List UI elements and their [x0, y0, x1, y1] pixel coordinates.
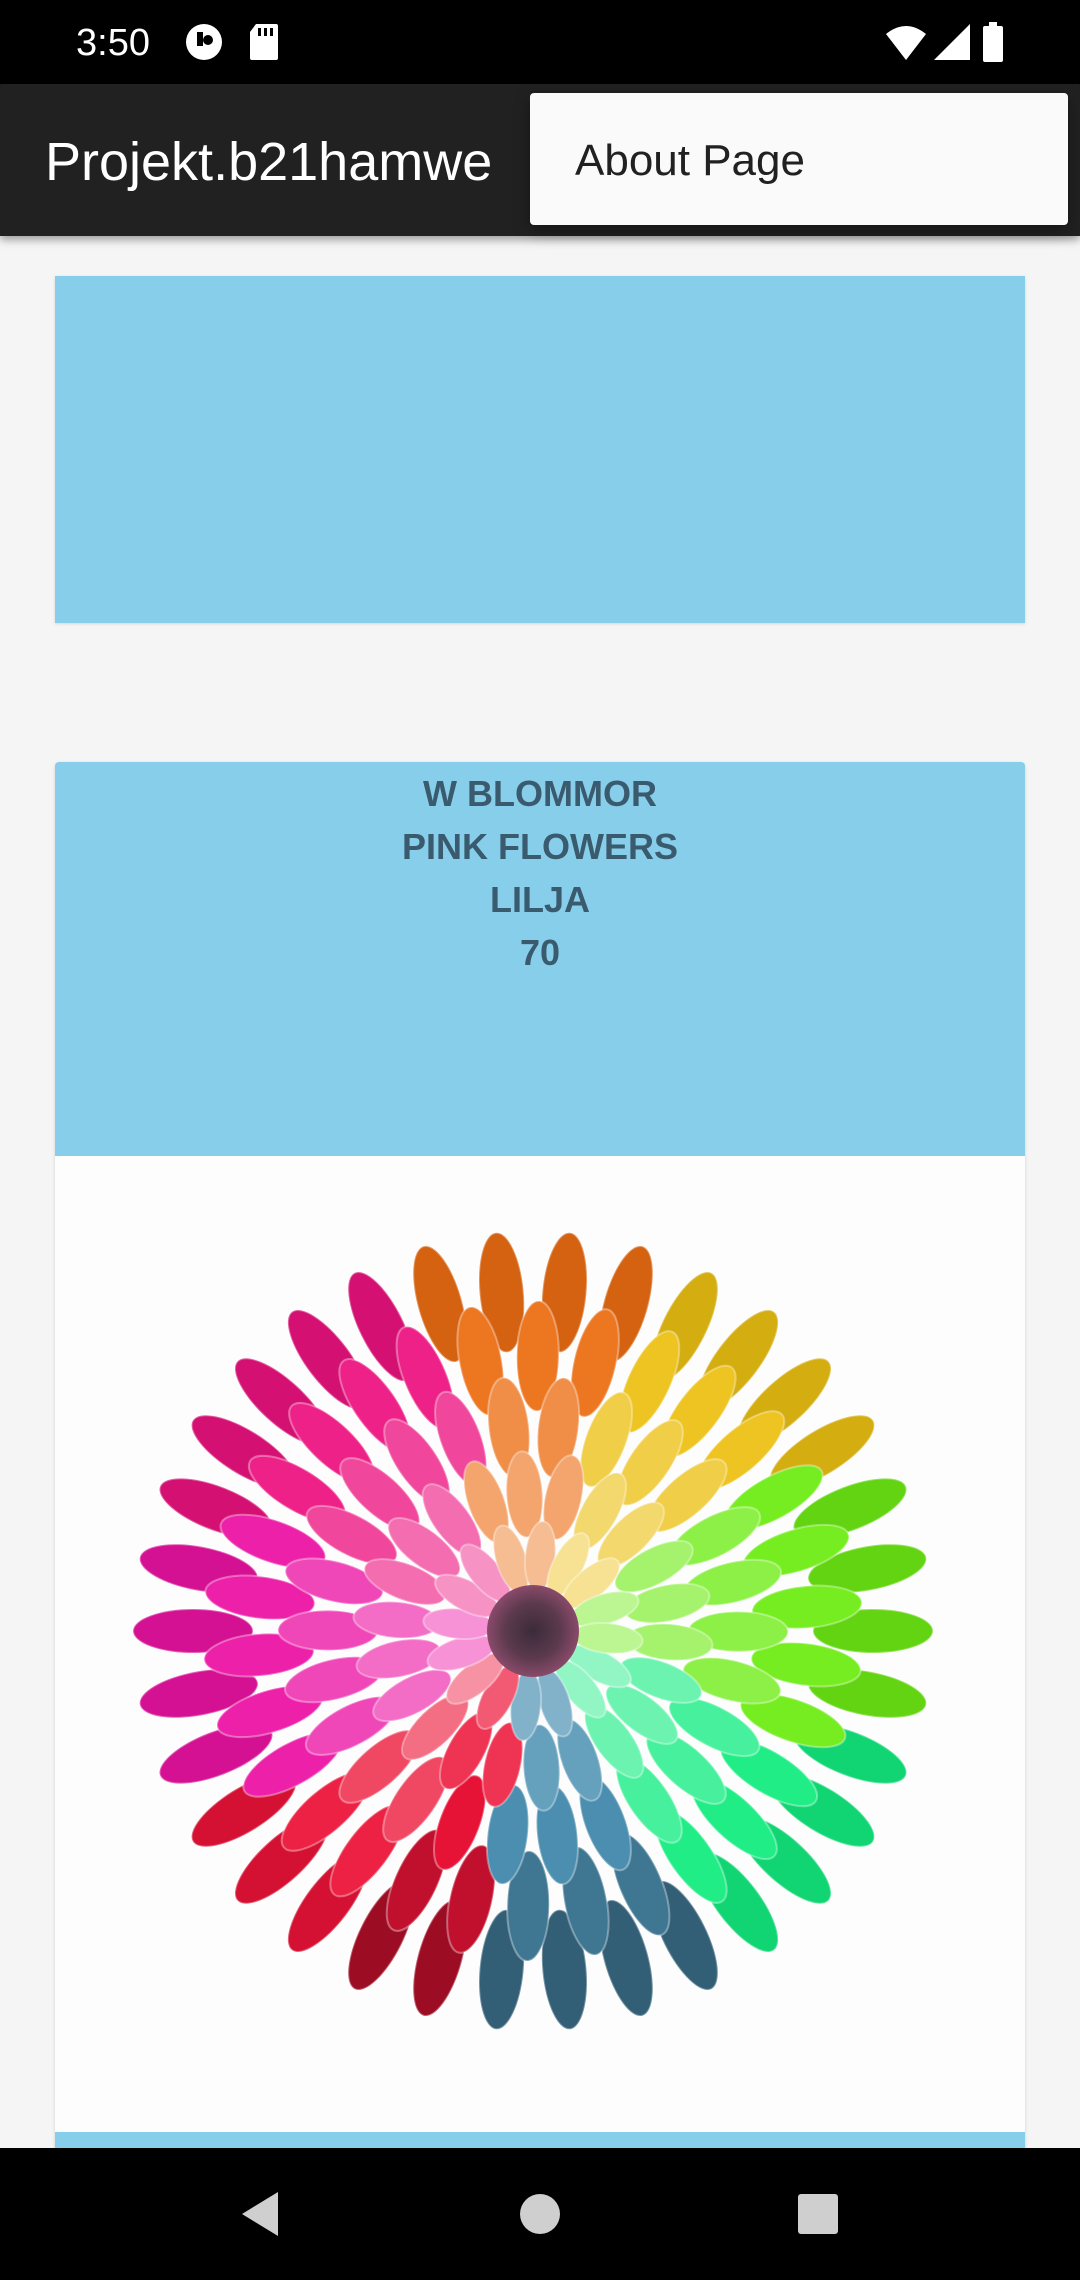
cellular-signal-icon — [932, 22, 972, 62]
sd-card-icon — [248, 22, 280, 62]
app-notification-icon — [184, 22, 224, 62]
home-icon[interactable] — [500, 2174, 580, 2254]
card-line-number: 70 — [519, 932, 561, 973]
recycler-list[interactable]: W BLOMMOR PINK FLOWERS LILJA 70 — [0, 236, 1080, 2148]
flower-illustration — [132, 1231, 934, 2031]
device-screen: 3:50 Projekt.b21hamwe About Page W BLOMM… — [0, 0, 1080, 2280]
overflow-popup-menu: About Page — [530, 93, 1068, 225]
flower-image — [55, 1156, 1025, 2132]
card-footer — [55, 2132, 1025, 2148]
status-bar: 3:50 — [0, 0, 1080, 84]
status-time: 3:50 — [76, 22, 150, 64]
wifi-icon — [884, 22, 928, 62]
menu-item-about-page[interactable]: About Page — [530, 93, 1068, 225]
list-item-card[interactable] — [55, 276, 1025, 623]
navigation-bar — [0, 2148, 1080, 2280]
recents-icon[interactable] — [778, 2174, 858, 2254]
battery-icon — [982, 22, 1004, 62]
card-line-type: LILJA — [489, 879, 590, 920]
card-line-name: W BLOMMOR — [423, 773, 657, 814]
back-icon[interactable] — [220, 2174, 300, 2254]
card-line-title: PINK FLOWERS — [402, 826, 678, 867]
menu-item-label: About Page — [575, 136, 805, 185]
list-item-card[interactable]: W BLOMMOR PINK FLOWERS LILJA 70 — [55, 762, 1025, 2148]
card-header: W BLOMMOR PINK FLOWERS LILJA 70 — [55, 762, 1025, 1156]
app-title: Projekt.b21hamwe — [45, 132, 493, 192]
